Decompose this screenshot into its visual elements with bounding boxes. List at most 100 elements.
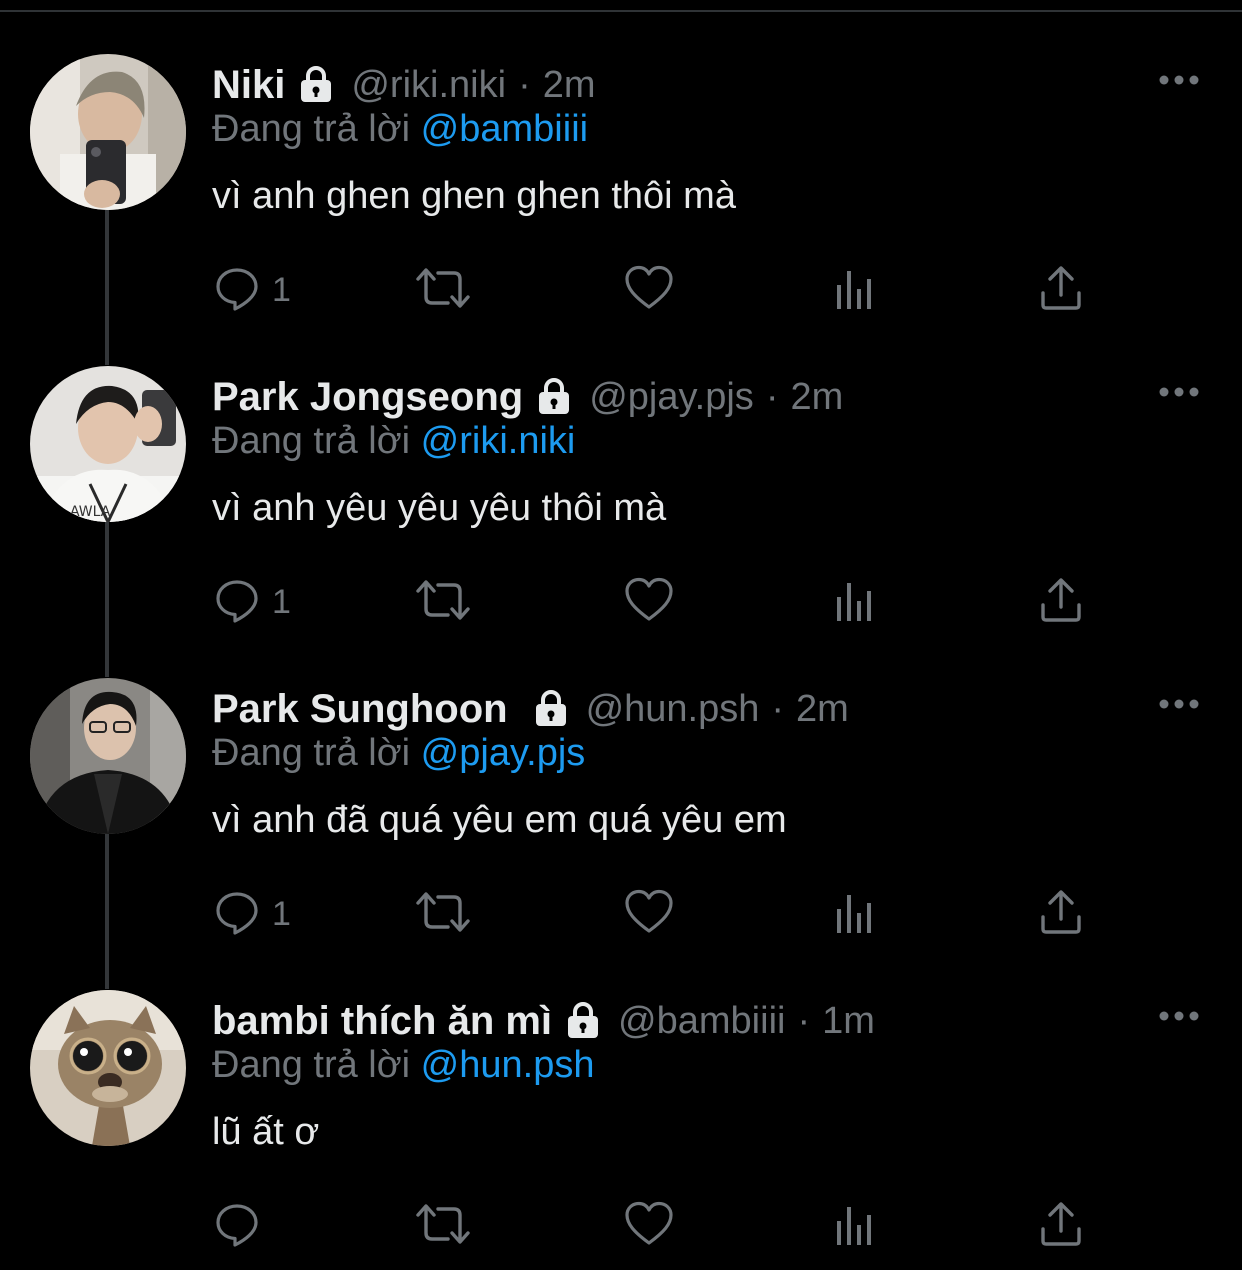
reply-count: 1 bbox=[272, 270, 291, 309]
replying-to-label: Đang trả lời bbox=[212, 420, 411, 462]
action-bar: 1 bbox=[0, 884, 1242, 944]
reply-button[interactable]: 1 bbox=[214, 884, 291, 944]
like-button[interactable] bbox=[624, 260, 674, 320]
reply-button[interactable]: 1 bbox=[214, 260, 291, 320]
reply-icon bbox=[214, 577, 260, 628]
lock-icon bbox=[562, 1000, 604, 1042]
display-name[interactable]: Niki bbox=[212, 63, 285, 108]
retweet-button[interactable] bbox=[414, 260, 472, 320]
replying-to-handle[interactable]: @riki.niki bbox=[421, 420, 576, 462]
tweet-text: lũ ất ơ bbox=[212, 1111, 320, 1153]
like-button[interactable] bbox=[624, 1196, 674, 1256]
reply-button[interactable]: 1 bbox=[214, 572, 291, 632]
retweet-button[interactable] bbox=[414, 1196, 472, 1256]
more-options-icon[interactable] bbox=[1158, 382, 1200, 402]
display-name[interactable]: Park Sunghoon bbox=[212, 687, 508, 732]
timestamp[interactable]: 1m bbox=[822, 1000, 875, 1043]
heart-icon bbox=[624, 265, 674, 316]
display-name[interactable]: bambi thích ăn mì bbox=[212, 999, 552, 1044]
views-button[interactable] bbox=[834, 1196, 878, 1256]
separator-dot: · bbox=[797, 999, 811, 1042]
replying-to-label: Đang trả lời bbox=[212, 1044, 411, 1086]
replying-to-handle[interactable]: @pjay.pjs bbox=[421, 732, 586, 774]
replying-to: Đang trả lời @riki.niki bbox=[212, 420, 575, 463]
views-button[interactable] bbox=[834, 260, 878, 320]
avatar[interactable] bbox=[30, 54, 186, 210]
reply-count: 1 bbox=[272, 894, 291, 933]
retweet-icon bbox=[414, 1201, 472, 1252]
more-options-icon[interactable] bbox=[1158, 70, 1200, 90]
action-bar bbox=[0, 1196, 1242, 1256]
retweet-icon bbox=[414, 577, 472, 628]
action-bar: 1 bbox=[0, 260, 1242, 320]
reply-button[interactable] bbox=[214, 1196, 272, 1256]
analytics-bars-icon bbox=[834, 1201, 878, 1252]
reply-icon bbox=[214, 889, 260, 940]
analytics-bars-icon bbox=[834, 265, 878, 316]
heart-icon bbox=[624, 1201, 674, 1252]
share-button[interactable] bbox=[1038, 884, 1084, 944]
reply-icon bbox=[214, 265, 260, 316]
tweet[interactable]: Niki @riki.niki · 2m Đang trả lời @bambi… bbox=[0, 0, 1242, 312]
timestamp[interactable]: 2m bbox=[790, 376, 843, 419]
reply-icon bbox=[214, 1201, 260, 1252]
replying-to: Đang trả lời @pjay.pjs bbox=[212, 732, 585, 775]
tweet-header: Niki @riki.niki · 2m bbox=[212, 58, 596, 112]
tweet[interactable]: Park Sunghoon @hun.psh · 2m Đang trả lời… bbox=[0, 624, 1242, 936]
tweet-header: bambi thích ăn mì @bambiiii · 1m bbox=[212, 994, 875, 1048]
more-options-icon[interactable] bbox=[1158, 694, 1200, 714]
separator-dot: · bbox=[765, 375, 779, 418]
share-button[interactable] bbox=[1038, 1196, 1084, 1256]
share-upload-icon bbox=[1038, 889, 1084, 940]
views-button[interactable] bbox=[834, 572, 878, 632]
tweet-text: vì anh yêu yêu yêu thôi mà bbox=[212, 487, 667, 529]
tweet[interactable]: AWLA Park Jongseong @pjay.pjs · 2m Đang … bbox=[0, 312, 1242, 624]
avatar[interactable]: AWLA bbox=[30, 366, 186, 522]
share-upload-icon bbox=[1038, 1201, 1084, 1252]
avatar[interactable] bbox=[30, 678, 186, 834]
separator-dot: · bbox=[771, 687, 785, 730]
user-handle[interactable]: @hun.psh bbox=[586, 688, 760, 731]
user-handle[interactable]: @bambiiii bbox=[618, 1000, 785, 1043]
retweet-button[interactable] bbox=[414, 884, 472, 944]
replying-to-handle[interactable]: @bambiiii bbox=[421, 108, 588, 150]
separator-dot: · bbox=[518, 63, 531, 106]
lock-icon bbox=[533, 376, 575, 418]
tweet-text: vì anh ghen ghen ghen thôi mà bbox=[212, 175, 736, 217]
timestamp[interactable]: 2m bbox=[796, 688, 849, 731]
more-options-icon[interactable] bbox=[1158, 1006, 1200, 1026]
replying-to: Đang trả lời @hun.psh bbox=[212, 1044, 594, 1087]
tweet-text: vì anh đã quá yêu em quá yêu em bbox=[212, 799, 787, 841]
lock-icon bbox=[295, 64, 337, 106]
display-name[interactable]: Park Jongseong bbox=[212, 375, 523, 420]
analytics-bars-icon bbox=[834, 889, 878, 940]
analytics-bars-icon bbox=[834, 577, 878, 628]
replying-to-label: Đang trả lời bbox=[212, 108, 411, 150]
action-bar: 1 bbox=[0, 572, 1242, 632]
share-upload-icon bbox=[1038, 577, 1084, 628]
svg-text:AWLA: AWLA bbox=[70, 504, 111, 520]
tweet-header: Park Sunghoon @hun.psh · 2m bbox=[212, 682, 849, 736]
replying-to: Đang trả lời @bambiiii bbox=[212, 108, 588, 151]
replying-to-label: Đang trả lời bbox=[212, 732, 411, 774]
lock-icon bbox=[530, 688, 572, 730]
timestamp[interactable]: 2m bbox=[543, 64, 596, 107]
replying-to-handle[interactable]: @hun.psh bbox=[421, 1044, 595, 1086]
tweet[interactable]: bambi thích ăn mì @bambiiii · 1m Đang tr… bbox=[0, 936, 1242, 1248]
retweet-icon bbox=[414, 265, 472, 316]
retweet-button[interactable] bbox=[414, 572, 472, 632]
like-button[interactable] bbox=[624, 884, 674, 944]
like-button[interactable] bbox=[624, 572, 674, 632]
user-handle[interactable]: @riki.niki bbox=[351, 64, 506, 107]
share-button[interactable] bbox=[1038, 572, 1084, 632]
reply-count: 1 bbox=[272, 582, 291, 621]
views-button[interactable] bbox=[834, 884, 878, 944]
share-upload-icon bbox=[1038, 265, 1084, 316]
avatar[interactable] bbox=[30, 990, 186, 1146]
share-button[interactable] bbox=[1038, 260, 1084, 320]
user-handle[interactable]: @pjay.pjs bbox=[589, 376, 754, 419]
retweet-icon bbox=[414, 889, 472, 940]
heart-icon bbox=[624, 889, 674, 940]
tweet-header: Park Jongseong @pjay.pjs · 2m bbox=[212, 370, 843, 424]
heart-icon bbox=[624, 577, 674, 628]
